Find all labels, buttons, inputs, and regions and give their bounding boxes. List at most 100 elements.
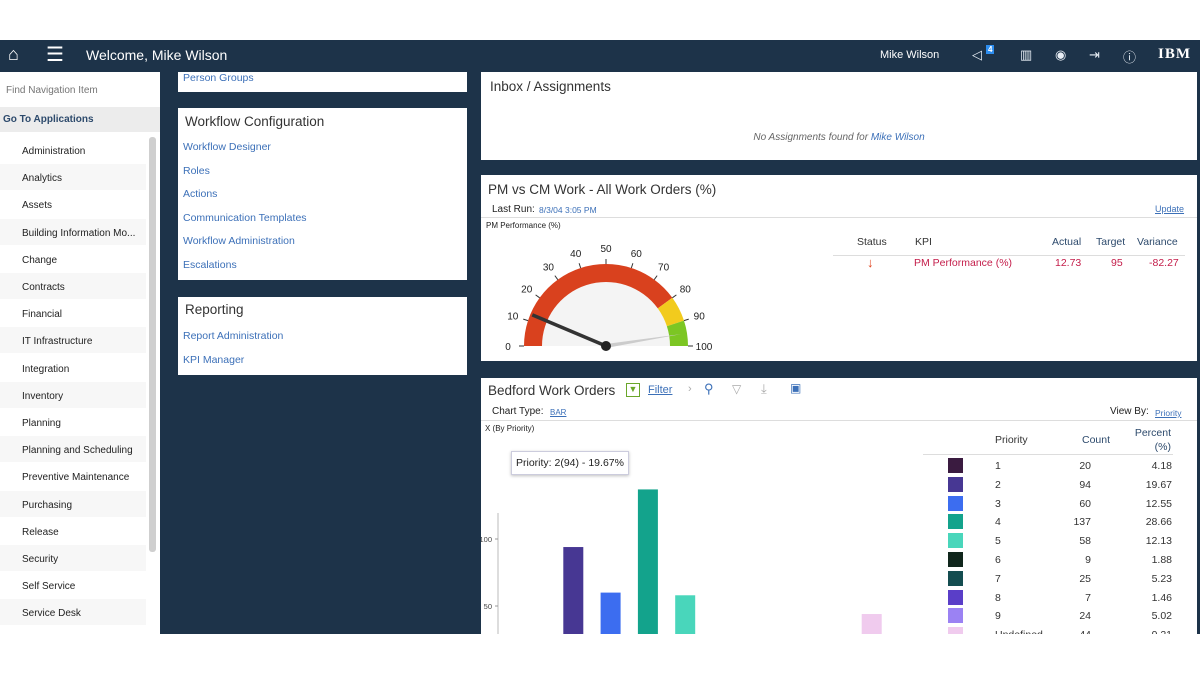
- link-roles[interactable]: Roles: [183, 165, 210, 177]
- legend-percent: 12.13: [1145, 535, 1172, 548]
- ibm-logo: IBM: [1158, 46, 1191, 62]
- gauge-tick-label: 70: [658, 263, 670, 274]
- legend-priority: 3: [995, 497, 1001, 510]
- legend-row[interactable]: 1 20 4.18: [923, 458, 1183, 476]
- sidebar-item-security[interactable]: Security: [0, 545, 146, 571]
- sidebar-item-financial[interactable]: Financial: [0, 300, 146, 327]
- legend-priority: 5: [995, 535, 1001, 548]
- sidebar-scrollbar[interactable]: [149, 137, 156, 552]
- last-run-value: 8/3/04 3:05 PM: [539, 205, 597, 215]
- link-workflow-administration[interactable]: Workflow Administration: [183, 235, 295, 247]
- legend-row[interactable]: 9 24 5.02: [923, 608, 1183, 626]
- sidebar-item-self-service[interactable]: Self Service: [0, 572, 146, 599]
- nav-search-input[interactable]: [0, 78, 158, 102]
- legend-swatch: [948, 608, 963, 624]
- col-target: Target: [1096, 236, 1126, 248]
- filter-link[interactable]: Filter: [648, 384, 672, 396]
- col-actual: Actual: [1052, 236, 1082, 248]
- update-link[interactable]: Update: [1155, 204, 1184, 214]
- sidebar-item-assets[interactable]: Assets: [0, 191, 146, 218]
- user-name[interactable]: Mike Wilson: [880, 49, 939, 61]
- link-actions[interactable]: Actions: [183, 188, 217, 200]
- view-by-label: View By:: [1110, 406, 1149, 417]
- link-report-administration[interactable]: Report Administration: [183, 330, 283, 342]
- top-bar: ⌂ ☰ Welcome, Mike Wilson Mike Wilson ◁ 4…: [0, 40, 1200, 72]
- clear-filter-icon[interactable]: ▽: [732, 382, 741, 396]
- legend-priority: 1: [995, 460, 1001, 472]
- link-person-groups[interactable]: Person Groups: [183, 72, 254, 84]
- sidebar-item-preventive-maintenance[interactable]: Preventive Maintenance: [0, 463, 146, 490]
- sidebar-item-it-infrastructure[interactable]: IT Infrastructure: [0, 327, 146, 354]
- download-icon[interactable]: ⤓: [761, 381, 767, 397]
- down-arrow-icon: ↓: [867, 255, 874, 270]
- gauge-tick-label: 80: [680, 284, 692, 295]
- inbox-card: Inbox / Assignments No Assignments found…: [481, 72, 1197, 160]
- sidebar-item-inventory[interactable]: Inventory: [0, 381, 146, 408]
- link-communication-templates[interactable]: Communication Templates: [183, 212, 307, 224]
- inbox-user-link[interactable]: Mike Wilson: [871, 132, 925, 143]
- sidebar-item-service-desk[interactable]: Service Desk: [0, 599, 146, 626]
- export-icon[interactable]: ▣: [790, 381, 801, 395]
- legend-row[interactable]: 8 7 1.46: [923, 589, 1183, 608]
- kpi-title: PM vs CM Work - All Work Orders (%): [488, 182, 717, 197]
- sidebar-item-integration[interactable]: Integration: [0, 354, 146, 381]
- home-icon[interactable]: ⌂: [8, 44, 19, 65]
- legend-percent: 28.66: [1145, 516, 1172, 529]
- legend-percent: 5.02: [1151, 610, 1172, 623]
- legend-priority: 9: [995, 610, 1001, 623]
- gauge-tick: [554, 275, 559, 280]
- legend-swatch: [948, 476, 963, 492]
- sidebar-item-administration[interactable]: Administration: [0, 137, 146, 163]
- sidebar-item-planning[interactable]: Planning: [0, 409, 146, 435]
- megaphone-icon[interactable]: ◁: [972, 47, 982, 63]
- sidebar-item-planning-and-scheduling[interactable]: Planning and Scheduling: [0, 436, 146, 463]
- legend-row[interactable]: 6 9 1.88: [923, 552, 1183, 570]
- link-escalations[interactable]: Escalations: [183, 259, 237, 271]
- legend-row[interactable]: Undefined 44 9.21: [923, 627, 1183, 634]
- legend-row[interactable]: 4 137 28.66: [923, 514, 1183, 532]
- legend-row[interactable]: 2 94 19.67: [923, 476, 1183, 495]
- legend-swatch: [948, 627, 963, 634]
- bar-2[interactable]: [563, 547, 584, 634]
- view-by-link[interactable]: Priority: [1155, 408, 1181, 418]
- legend-row[interactable]: 3 60 12.55: [923, 495, 1183, 514]
- reporting-card: Reporting Report Administration KPI Mana…: [178, 297, 467, 375]
- user-icon[interactable]: ◉: [1055, 47, 1066, 63]
- sidebar-item-change[interactable]: Change: [0, 245, 146, 272]
- gauge-tick: [630, 263, 634, 269]
- logout-icon[interactable]: ⇥: [1089, 47, 1100, 63]
- legend-priority: 8: [995, 591, 1001, 604]
- chart-icon[interactable]: ▥: [1020, 47, 1032, 63]
- legend-priority: 2: [995, 478, 1001, 491]
- sidebar-item-purchasing[interactable]: Purchasing: [0, 490, 146, 517]
- kpi-name[interactable]: PM Performance (%): [914, 257, 1012, 269]
- go-to-applications[interactable]: Go To Applications: [0, 107, 160, 132]
- help-icon[interactable]: ⓘ: [1123, 47, 1136, 66]
- legend-swatch: [948, 570, 963, 586]
- reporting-title: Reporting: [185, 302, 244, 317]
- sidebar-item-release[interactable]: Release: [0, 517, 146, 544]
- legend-percent: 1.46: [1151, 591, 1172, 604]
- last-run-label: Last Run:: [492, 204, 535, 215]
- legend-row[interactable]: 7 25 5.23: [923, 570, 1183, 589]
- bar-undefined[interactable]: [861, 614, 882, 634]
- link-kpi-manager[interactable]: KPI Manager: [183, 354, 244, 366]
- sidebar-item-analytics[interactable]: Analytics: [0, 164, 146, 191]
- inbox-title: Inbox / Assignments: [490, 79, 611, 94]
- filter-icon[interactable]: ▼: [626, 383, 640, 397]
- menu-icon[interactable]: ☰: [46, 42, 64, 67]
- chart-type-label: Chart Type:: [492, 406, 544, 417]
- bar-3[interactable]: [600, 592, 621, 634]
- sidebar-item-contracts[interactable]: Contracts: [0, 273, 146, 299]
- legend-row[interactable]: 5 58 12.13: [923, 533, 1183, 551]
- chart-type-link[interactable]: BAR: [550, 408, 566, 417]
- y-tick-label: 50: [484, 602, 492, 611]
- bar-4[interactable]: [637, 489, 658, 634]
- bar-5[interactable]: [675, 595, 696, 634]
- workflow-title: Workflow Configuration: [185, 114, 325, 129]
- legend-count: 7: [1085, 591, 1091, 604]
- sidebar-item-building-information-mo-[interactable]: Building Information Mo...: [0, 218, 146, 245]
- link-workflow-designer[interactable]: Workflow Designer: [183, 141, 271, 153]
- col-percent: Percent (%): [1134, 427, 1171, 453]
- search-icon[interactable]: ⚲: [704, 381, 714, 397]
